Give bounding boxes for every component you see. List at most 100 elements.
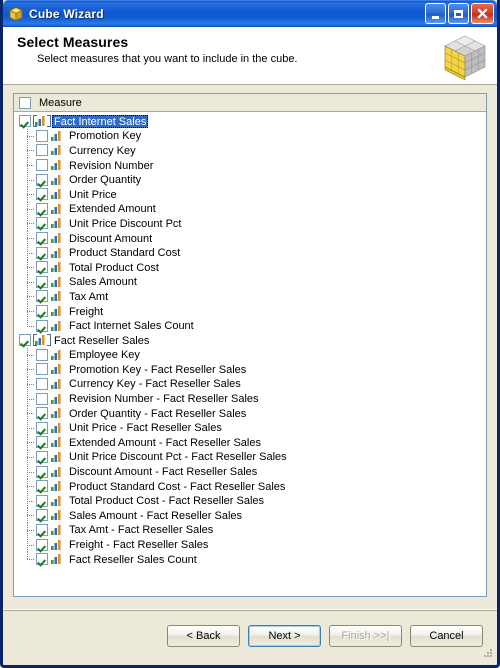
cancel-button[interactable]: Cancel <box>410 625 483 647</box>
tree-item-row[interactable]: Tax Amt <box>16 289 484 304</box>
measure-checkbox[interactable] <box>36 494 48 507</box>
minimize-button[interactable] <box>425 3 446 24</box>
tree-item-row[interactable]: Freight - Fact Reseller Sales <box>16 537 484 552</box>
tree-item-row[interactable]: Product Standard Cost <box>16 245 484 260</box>
tree-item-row[interactable]: Discount Amount <box>16 230 484 246</box>
measure-checkbox[interactable] <box>36 159 48 172</box>
tree-item-label: Discount Amount <box>69 232 153 245</box>
tree-item-row[interactable]: Promotion Key - Fact Reseller Sales <box>16 362 484 377</box>
measure-checkbox[interactable] <box>36 305 48 318</box>
measure-checkbox[interactable] <box>36 392 48 405</box>
measure-checkbox[interactable] <box>36 407 48 420</box>
measure-checkbox[interactable] <box>36 188 48 201</box>
select-all-checkbox[interactable] <box>19 96 31 109</box>
measure-checkbox[interactable] <box>36 538 48 551</box>
tree-item-row[interactable]: Product Standard Cost - Fact Reseller Sa… <box>16 478 484 494</box>
tree-item-row[interactable]: Unit Price - Fact Reseller Sales <box>16 420 484 435</box>
tree-item-row[interactable]: Revision Number - Fact Reseller Sales <box>16 391 484 406</box>
tree-item-row[interactable]: Total Product Cost <box>16 259 484 275</box>
measure-checkbox[interactable] <box>36 202 48 215</box>
tree-item-row[interactable]: Employee Key <box>16 347 484 363</box>
measure-checkbox[interactable] <box>36 363 48 376</box>
measure-checkbox[interactable] <box>36 319 48 332</box>
tree-item-row[interactable]: Unit Price Discount Pct <box>16 216 484 231</box>
close-button[interactable] <box>471 3 494 24</box>
tree-item-row[interactable]: Unit Price Discount Pct - Fact Reseller … <box>16 449 484 465</box>
tree-item-row[interactable]: Sales Amount - Fact Reseller Sales <box>16 508 484 523</box>
measures-panel: Measure Fact Internet Sales Promotion Key… <box>13 93 487 597</box>
tree-item-label: Employee Key <box>69 349 140 362</box>
tree-item-row[interactable]: Currency Key <box>16 143 484 158</box>
measure-icon <box>51 539 61 550</box>
maximize-button[interactable] <box>448 3 469 24</box>
measure-checkbox[interactable] <box>36 173 48 186</box>
tree-item-row[interactable]: Fact Reseller Sales Count <box>16 551 484 567</box>
measure-checkbox[interactable] <box>36 232 48 245</box>
tree-item-label: Order Quantity - Fact Reseller Sales <box>69 407 247 420</box>
tree-item-label: Promotion Key <box>69 130 142 143</box>
tree-item-row[interactable]: Extended Amount - Fact Reseller Sales <box>16 435 484 450</box>
tree-item-row[interactable]: Order Quantity - Fact Reseller Sales <box>16 405 484 421</box>
measure-icon <box>51 174 61 185</box>
tree-item-row[interactable]: Total Product Cost - Fact Reseller Sales <box>16 493 484 508</box>
tree-item-label: Extended Amount <box>69 203 156 216</box>
tree-group-row[interactable]: Fact Reseller Sales <box>16 333 484 348</box>
measure-icon <box>34 335 45 346</box>
tree-item-row[interactable]: Discount Amount - Fact Reseller Sales <box>16 464 484 479</box>
group-checkbox[interactable] <box>19 115 31 128</box>
window-title: Cube Wizard <box>29 7 104 21</box>
tree-item-label: Currency Key - Fact Reseller Sales <box>69 378 241 391</box>
group-checkbox[interactable] <box>19 334 31 347</box>
measures-tree[interactable]: Fact Internet Sales Promotion Key Currency… <box>14 112 486 596</box>
measure-icon <box>51 189 61 200</box>
tree-item-label: Currency Key <box>69 144 136 157</box>
tree-item-label: Extended Amount - Fact Reseller Sales <box>69 436 261 449</box>
measure-checkbox[interactable] <box>36 290 48 303</box>
tree-group-row[interactable]: Fact Internet Sales <box>16 114 484 129</box>
cube-icon <box>8 6 24 22</box>
measure-checkbox[interactable] <box>36 217 48 230</box>
tree-item-row[interactable]: Promotion Key <box>16 128 484 144</box>
measure-checkbox[interactable] <box>36 261 48 274</box>
measure-icon <box>51 393 61 404</box>
tree-item-label: Unit Price <box>69 188 117 201</box>
measure-icon <box>51 349 61 360</box>
measure-checkbox[interactable] <box>36 450 48 463</box>
measure-checkbox[interactable] <box>36 523 48 536</box>
measure-checkbox[interactable] <box>36 436 48 449</box>
measure-checkbox[interactable] <box>36 348 48 361</box>
tree-item-row[interactable]: Extended Amount <box>16 201 484 217</box>
tree-item-label: Product Standard Cost <box>69 247 181 260</box>
measure-checkbox[interactable] <box>36 246 48 259</box>
measure-checkbox[interactable] <box>36 509 48 522</box>
title-bar[interactable]: Cube Wizard <box>3 0 497 27</box>
measure-icon <box>51 291 61 302</box>
tree-item-row[interactable]: Currency Key - Fact Reseller Sales <box>16 376 484 392</box>
next-button[interactable]: Next > <box>248 625 321 647</box>
back-button[interactable]: < Back <box>167 625 240 647</box>
measure-checkbox[interactable] <box>36 144 48 157</box>
tree-item-label: Discount Amount - Fact Reseller Sales <box>69 466 258 479</box>
measure-checkbox[interactable] <box>36 465 48 478</box>
tree-item-row[interactable]: Freight <box>16 303 484 319</box>
measure-checkbox[interactable] <box>36 129 48 142</box>
tree-item-label: Total Product Cost <box>69 261 159 274</box>
tree-item-row[interactable]: Fact Internet Sales Count <box>16 318 484 333</box>
tree-item-label: Fact Reseller Sales Count <box>69 553 197 566</box>
measure-column-header[interactable]: Measure <box>14 94 486 112</box>
measure-icon <box>51 554 61 565</box>
measure-checkbox[interactable] <box>36 421 48 434</box>
tree-item-row[interactable]: Revision Number <box>16 157 484 173</box>
tree-item-row[interactable]: Order Quantity <box>16 172 484 187</box>
measure-checkbox[interactable] <box>36 480 48 493</box>
tree-item-row[interactable]: Unit Price <box>16 186 484 202</box>
measure-checkbox[interactable] <box>36 553 48 566</box>
tree-item-row[interactable]: Tax Amt - Fact Reseller Sales <box>16 522 484 538</box>
measure-icon <box>51 481 61 492</box>
tree-item-row[interactable]: Sales Amount <box>16 274 484 290</box>
tree-item-label: Order Quantity <box>69 174 142 187</box>
measure-checkbox[interactable] <box>36 275 48 288</box>
measure-checkbox[interactable] <box>36 377 48 390</box>
resize-grip[interactable] <box>482 647 494 659</box>
tree-group-label: Fact Reseller Sales <box>54 334 150 347</box>
